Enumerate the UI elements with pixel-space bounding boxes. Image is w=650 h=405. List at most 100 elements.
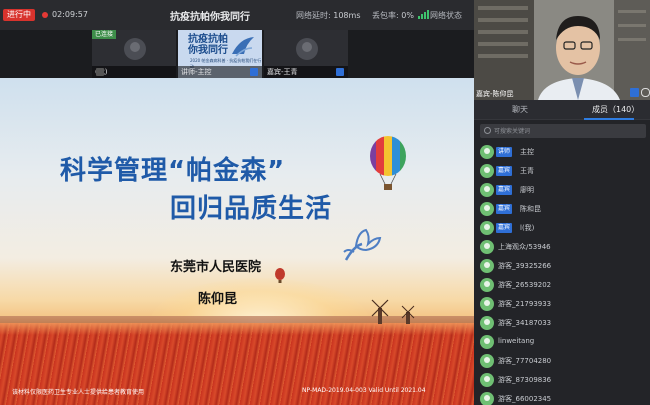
- poster-title: 抗疫抗帕 你我同行: [188, 34, 228, 56]
- avatar: [480, 392, 494, 405]
- avatar: [480, 335, 494, 349]
- app-window: 进行中 02:09:57 抗疫抗帕你我同行 网络延时: 108ms 丢包率: 0…: [0, 0, 650, 405]
- member-row[interactable]: 游客_26539202: [474, 277, 650, 296]
- member-name: 王青: [520, 167, 534, 175]
- member-name: 游客_39325266: [498, 262, 552, 270]
- poster-title-line1: 抗疫抗帕: [188, 34, 228, 45]
- hot-air-balloon-icon: [370, 136, 406, 190]
- avatar: [480, 145, 494, 159]
- member-row[interactable]: 游客_77704280: [474, 353, 650, 372]
- mic-icon[interactable]: [96, 68, 104, 76]
- role-badge: 嘉宾: [496, 223, 513, 233]
- bird-logo-icon: [232, 37, 254, 57]
- slide-title-line2: 回归品质生活: [170, 194, 333, 224]
- windmill-icon: [401, 305, 415, 324]
- member-search-input[interactable]: [494, 124, 642, 138]
- panel-tabs: 聊天 成员（140）: [474, 100, 650, 120]
- role-badge: 讲师: [496, 147, 513, 157]
- participant-caption: (我): [92, 66, 176, 78]
- avatar: [480, 183, 494, 197]
- hot-air-balloon-icon: [275, 268, 285, 283]
- avatar: [480, 316, 494, 330]
- mic-icon[interactable]: [336, 68, 344, 76]
- avatar: [480, 259, 494, 273]
- tab-members[interactable]: 成员（140）: [592, 104, 639, 115]
- tab-chat[interactable]: 聊天: [512, 104, 528, 115]
- session-timer: 02:09:57: [52, 10, 88, 19]
- member-name: l(我): [520, 224, 535, 232]
- member-name: 游客_87309836: [498, 376, 552, 384]
- member-name: 上海观众/53946: [498, 243, 551, 251]
- mic-icon[interactable]: [250, 68, 258, 76]
- network-latency: 网络延时: 108ms: [296, 10, 360, 21]
- side-panel: 嘉宾-陈仰昆 聊天 成员（140） 讲师 主控 嘉宾 王青: [474, 0, 650, 405]
- search-icon: [484, 127, 491, 134]
- participant-strip: 已连接 (我) 抗疫抗帕你我同行 2020 帕金森病科普 · 抗疫抗帕我们在行动…: [0, 30, 474, 78]
- member-list: 讲师 主控 嘉宾 王青 嘉宾 廖明 嘉宾 陈和昆 嘉宾 l(我) 上海观众/53…: [474, 144, 650, 405]
- connected-tag: 已连接: [92, 30, 117, 39]
- meeting-title: 抗疫抗帕你我同行: [170, 12, 250, 23]
- screen-share-icon[interactable]: [630, 88, 639, 97]
- live-status-badge: 进行中: [3, 9, 35, 21]
- signal-bars-icon: [418, 10, 429, 19]
- participant-tile-self[interactable]: 已连接 (我): [92, 30, 176, 78]
- avatar: [480, 354, 494, 368]
- avatar: [480, 297, 494, 311]
- member-name: 游客_34187033: [498, 319, 552, 327]
- slide-title-line1: 科学管理“帕金森”: [60, 156, 286, 186]
- member-name: 陈和昆: [520, 205, 541, 213]
- participant-tile-guest[interactable]: 嘉宾-王青: [264, 30, 348, 78]
- member-row[interactable]: 嘉宾 l(我): [474, 220, 650, 239]
- packet-loss: 丢包率: 0%: [372, 10, 414, 21]
- poster-title-line2: 你我同行: [188, 45, 228, 56]
- presentation-slide: 科学管理“帕金森” 回归品质生活 东莞市人民医院 陈仰昆 该材料仅限医药卫生专业…: [0, 78, 474, 405]
- member-row[interactable]: 讲师 主控: [474, 144, 650, 163]
- recording-dot-icon: [42, 12, 48, 18]
- member-row[interactable]: 游客_34187033: [474, 315, 650, 334]
- mic-icon[interactable]: [641, 88, 650, 97]
- member-search[interactable]: [480, 124, 646, 138]
- participant-tile-host[interactable]: 抗疫抗帕你我同行 2020 帕金森病科普 · 抗疫抗帕我们在行动 讲师-主控: [178, 30, 262, 78]
- member-name: 游客_26539202: [498, 281, 552, 289]
- avatar: [480, 221, 494, 235]
- member-row[interactable]: 游客_39325266: [474, 258, 650, 277]
- member-row[interactable]: 嘉宾 王青: [474, 163, 650, 182]
- hospital-name: 东莞市人民医院: [170, 260, 262, 275]
- active-tab-indicator: [584, 118, 634, 120]
- member-row[interactable]: 嘉宾 廖明: [474, 182, 650, 201]
- member-name: 主控: [520, 148, 534, 156]
- participant-name: 讲师-主控: [181, 68, 212, 76]
- member-name: 游客_66002345: [498, 395, 552, 403]
- member-row[interactable]: 游客_21793933: [474, 296, 650, 315]
- member-name: 游客_21793933: [498, 300, 552, 308]
- member-row[interactable]: 游客_66002345: [474, 391, 650, 405]
- slide-document-code: NP-MAD-2019.04-003 Valid Until 2021.04: [302, 387, 426, 394]
- member-row[interactable]: linweitang: [474, 334, 650, 353]
- member-row[interactable]: 嘉宾 陈和昆: [474, 201, 650, 220]
- slide-disclaimer: 该材料仅限医药卫生专业人士提供给患者教育使用: [12, 389, 145, 396]
- avatar: [296, 38, 318, 60]
- avatar: [480, 202, 494, 216]
- latency-value: 108ms: [333, 11, 361, 20]
- role-badge: 嘉宾: [496, 204, 513, 214]
- top-bar: 进行中 02:09:57 抗疫抗帕你我同行 网络延时: 108ms 丢包率: 0…: [0, 0, 474, 30]
- avatar: [480, 164, 494, 178]
- speaker-caption: 嘉宾-陈仰昆: [476, 90, 514, 98]
- member-name: linweitang: [498, 337, 535, 345]
- member-row[interactable]: 游客_87309836: [474, 372, 650, 391]
- avatar: [480, 240, 494, 254]
- member-name: 廖明: [520, 186, 534, 194]
- avatar: [480, 373, 494, 387]
- speaker-camera-video[interactable]: 嘉宾-陈仰昆: [474, 0, 650, 100]
- latency-label: 网络延时:: [296, 11, 334, 20]
- presenter-name: 陈仰昆: [198, 292, 238, 307]
- loss-value: 0%: [401, 11, 414, 20]
- role-badge: 嘉宾: [496, 166, 513, 176]
- tulip-logo-icon: [343, 228, 382, 261]
- speaker-video-image: [474, 0, 650, 100]
- participant-name: 嘉宾-王青: [267, 68, 298, 76]
- member-name: 游客_77704280: [498, 357, 552, 365]
- member-row[interactable]: 上海观众/53946: [474, 239, 650, 258]
- role-badge: 嘉宾: [496, 185, 513, 195]
- network-status-button[interactable]: 网络状态: [430, 10, 462, 21]
